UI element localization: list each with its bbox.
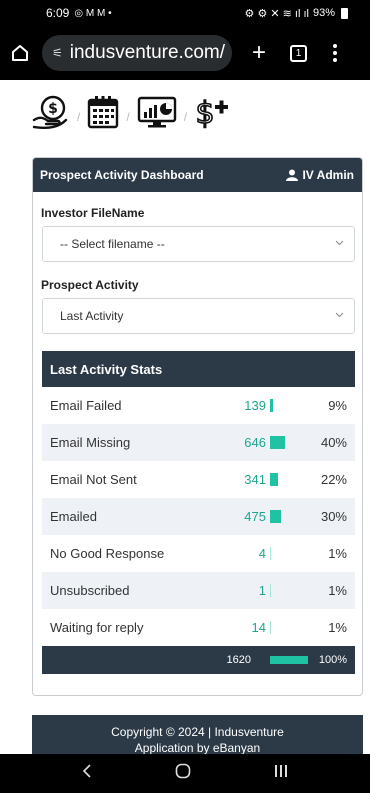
svg-text:$: $ xyxy=(195,96,214,130)
browser-toolbar: ⚟ indusventure.com/ + 1 xyxy=(0,26,370,80)
table-row: Emailed 475 30% xyxy=(42,498,355,535)
status-bar: 6:09 ◎ M M • ⚙ ⚙ ✕ ≋ ıl ıl 93% xyxy=(0,0,370,26)
stat-count: 139 xyxy=(244,398,266,413)
admin-name: IV Admin xyxy=(302,168,354,182)
card-title: Prospect Activity Dashboard xyxy=(40,168,204,182)
stat-name: Emailed xyxy=(50,509,97,524)
total-percent: 100% xyxy=(318,654,347,666)
table-row: Waiting for reply 14 1% xyxy=(42,609,355,646)
stat-count: 475 xyxy=(244,509,266,524)
admin-user[interactable]: IV Admin xyxy=(286,168,354,182)
notification-icons: ◎ M M • xyxy=(74,7,112,19)
stat-count: 646 xyxy=(244,435,266,450)
stat-name: No Good Response xyxy=(50,546,165,561)
stats-rows: Email Failed 139 9% Email Missing 646 40% Emai… xyxy=(42,387,355,646)
table-row: Unsubscribed 1 1% xyxy=(42,572,355,609)
stat-name: Unsubscribed xyxy=(50,583,130,598)
stat-count: 4 xyxy=(258,546,266,561)
nav-icon-row: $ / / / $ xyxy=(32,92,230,132)
investor-filename-label: Investor FileName xyxy=(41,206,145,220)
card-header: Prospect Activity Dashboard IV Admin xyxy=(33,158,362,192)
back-icon[interactable] xyxy=(82,764,92,783)
status-time: 6:09 xyxy=(46,6,70,20)
stat-percent: 22% xyxy=(320,472,347,487)
analytics-monitor-icon[interactable] xyxy=(137,96,177,128)
stat-percent: 1% xyxy=(328,546,347,561)
stat-count: 341 xyxy=(244,472,266,487)
status-right: ⚙ ⚙ ✕ ≋ ıl ıl 93% xyxy=(245,7,348,20)
stat-name: Email Not Sent xyxy=(50,472,137,487)
dollar-hand-icon[interactable]: $ xyxy=(32,94,70,130)
table-row: No Good Response 4 1% xyxy=(42,535,355,572)
credit-text: Application by eBanyan xyxy=(134,741,261,754)
separator: / xyxy=(77,110,81,124)
table-row: Email Not Sent 341 22% xyxy=(42,461,355,498)
stat-bar xyxy=(270,621,271,634)
home-circle-icon[interactable] xyxy=(175,763,191,784)
stat-percent: 9% xyxy=(328,398,347,413)
android-nav-bar xyxy=(0,754,370,793)
stat-name: Waiting for reply xyxy=(50,620,144,635)
battery-icon xyxy=(341,7,348,19)
page-footer: Copyright © 2024 | Indusventure Applicat… xyxy=(32,715,363,754)
stat-name: Email Missing xyxy=(50,435,131,450)
new-tab-button[interactable]: + xyxy=(248,39,270,67)
calendar-icon[interactable] xyxy=(87,95,119,129)
stat-bar xyxy=(270,547,271,560)
stat-bar xyxy=(270,436,285,449)
svg-text:$: $ xyxy=(48,101,58,117)
prospect-activity-select[interactable]: Last Activity xyxy=(42,298,355,334)
table-row: Email Failed 139 9% xyxy=(42,387,355,424)
stat-percent: 40% xyxy=(320,435,347,450)
chevron-down-icon xyxy=(335,240,344,246)
stats-table: Last Activity Stats Email Failed 139 9% Ema… xyxy=(42,351,355,674)
table-row: Email Missing 646 40% xyxy=(42,424,355,461)
stats-title: Last Activity Stats xyxy=(42,351,355,387)
stat-bar xyxy=(270,399,273,412)
prospect-activity-value: Last Activity xyxy=(60,309,124,323)
investor-filename-select[interactable]: -- Select filename -- xyxy=(42,226,355,262)
battery-percent: 93% xyxy=(312,7,335,19)
stat-bar xyxy=(270,510,281,523)
stat-count: 1 xyxy=(258,583,266,598)
stat-bar xyxy=(270,584,271,597)
overflow-menu-icon[interactable] xyxy=(333,44,337,62)
separator: / xyxy=(183,110,188,124)
total-count: 1620 xyxy=(226,654,251,666)
stats-total-row: 1620 100% xyxy=(42,646,355,674)
investor-filename-value: -- Select filename -- xyxy=(60,237,165,251)
recents-icon[interactable] xyxy=(274,764,288,783)
total-bar xyxy=(270,656,308,664)
url-text: indusventure.com/ xyxy=(69,42,226,63)
stat-count: 14 xyxy=(251,620,266,635)
site-settings-icon[interactable]: ⚟ xyxy=(52,46,63,60)
separator: / xyxy=(126,110,130,124)
prospect-activity-label: Prospect Activity xyxy=(41,278,139,292)
copyright-text: Copyright © 2024 | Indusventure xyxy=(111,725,284,739)
dashboard-card: Prospect Activity Dashboard IV Admin Inv… xyxy=(32,157,363,696)
stat-bar xyxy=(270,473,278,486)
tab-switcher-button[interactable]: 1 xyxy=(290,44,307,62)
stat-percent: 1% xyxy=(328,620,347,635)
status-left: 6:09 ◎ M M • xyxy=(46,6,112,20)
address-bar[interactable]: ⚟ indusventure.com/ xyxy=(42,35,232,71)
system-icons: ⚙ ⚙ ✕ ≋ ıl ıl xyxy=(244,7,309,20)
dollar-plus-icon[interactable]: $ xyxy=(194,94,230,130)
home-icon[interactable] xyxy=(6,44,34,62)
user-icon xyxy=(286,169,299,181)
stat-percent: 1% xyxy=(328,583,347,598)
stat-percent: 30% xyxy=(320,509,347,524)
chevron-down-icon xyxy=(335,312,344,318)
stat-name: Email Failed xyxy=(50,398,122,413)
